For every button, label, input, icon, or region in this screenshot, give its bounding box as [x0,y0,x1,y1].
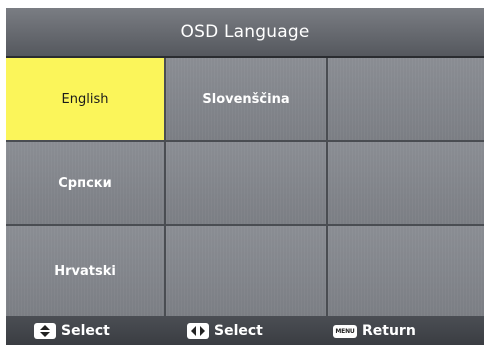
hint-label: Select [214,323,263,339]
language-option-english[interactable]: English [6,58,166,142]
page-title: OSD Language [180,22,310,42]
title-bar: OSD Language [6,8,484,58]
language-option-slovenscina[interactable]: Slovenščina [166,58,328,142]
language-label: Српски [58,175,112,191]
osd-language-menu: OSD Language English Slovenščina Српски … [6,8,484,345]
language-option-empty[interactable] [166,142,328,226]
menu-key-icon: MENU [333,324,357,338]
language-option-empty[interactable] [328,226,484,316]
footer-hint-bar: Select Select MENU Return [6,316,484,345]
language-option-empty[interactable] [328,142,484,226]
language-option-empty[interactable] [166,226,328,316]
language-option-srpski[interactable]: Српски [6,142,166,226]
up-down-arrows-icon [34,323,56,339]
language-option-hrvatski[interactable]: Hrvatski [6,226,166,316]
hint-label: Select [61,323,110,339]
left-right-arrows-icon [187,323,209,339]
language-label: English [61,91,109,107]
language-grid: English Slovenščina Српски Hrvatski [6,58,484,316]
language-option-empty[interactable] [328,58,484,142]
hint-return: MENU Return [333,323,416,339]
language-label: Hrvatski [54,263,116,279]
hint-label: Return [362,323,416,339]
hint-select-vertical: Select [34,323,110,339]
hint-select-horizontal: Select [187,323,263,339]
language-label: Slovenščina [202,91,290,107]
